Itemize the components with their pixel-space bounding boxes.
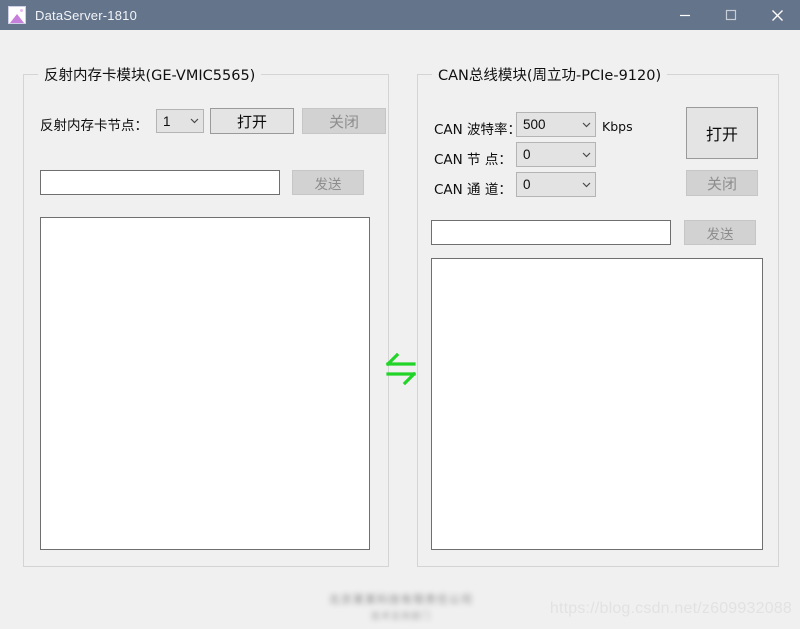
can-node-select[interactable]: 0 bbox=[516, 142, 596, 167]
reflective-memory-close-button[interactable]: 关闭 bbox=[302, 108, 386, 134]
can-channel-label: CAN 通 道： bbox=[434, 182, 512, 198]
picture-icon bbox=[8, 6, 26, 24]
application-window: DataServer-1810 反射内存卡模块(GE-VMIC5565) 反射内… bbox=[0, 0, 800, 629]
chevron-down-icon bbox=[577, 182, 595, 188]
csdn-watermark: https://blog.csdn.net/z609932088 bbox=[549, 600, 792, 617]
reflective-memory-groupbox-title: 反射内存卡模块(GE-VMIC5565) bbox=[38, 64, 262, 85]
reflective-memory-send-button[interactable]: 发送 bbox=[292, 170, 364, 195]
exchange-arrows-icon bbox=[385, 350, 417, 388]
window-title: DataServer-1810 bbox=[35, 7, 137, 23]
close-icon[interactable] bbox=[754, 0, 800, 30]
reflective-memory-log-area[interactable] bbox=[40, 217, 370, 550]
chevron-down-icon bbox=[577, 152, 595, 158]
can-send-input[interactable] bbox=[431, 220, 671, 245]
can-channel-value: 0 bbox=[523, 177, 531, 192]
can-open-button[interactable]: 打开 bbox=[686, 107, 758, 159]
can-bus-groupbox: CAN总线模块(周立功-PCIe-9120) CAN 波特率： 500 Kbps… bbox=[417, 64, 779, 567]
can-bus-groupbox-title: CAN总线模块(周立功-PCIe-9120) bbox=[432, 64, 668, 85]
company-watermark-line2: 技术支持部门 bbox=[370, 612, 431, 622]
reflective-memory-open-button[interactable]: 打开 bbox=[210, 108, 294, 134]
reflective-memory-node-label: 反射内存卡节点： bbox=[40, 118, 148, 134]
company-watermark: 北京某某科技有限责任公司 技术支持部门 bbox=[306, 591, 496, 623]
window-controls bbox=[662, 0, 800, 30]
chevron-down-icon bbox=[577, 122, 595, 128]
chevron-down-icon bbox=[185, 118, 203, 124]
can-log-area[interactable] bbox=[431, 258, 763, 550]
reflective-memory-send-input[interactable] bbox=[40, 170, 280, 195]
can-node-label: CAN 节 点： bbox=[434, 152, 512, 168]
reflective-memory-groupbox: 反射内存卡模块(GE-VMIC5565) 反射内存卡节点： 1 打开 关闭 发送 bbox=[23, 64, 389, 567]
can-baud-unit-label: Kbps bbox=[602, 119, 633, 134]
title-bar: DataServer-1810 bbox=[0, 0, 800, 30]
can-close-button[interactable]: 关闭 bbox=[686, 170, 758, 196]
reflective-memory-node-select[interactable]: 1 bbox=[156, 109, 204, 133]
can-node-value: 0 bbox=[523, 147, 531, 162]
can-send-button[interactable]: 发送 bbox=[684, 220, 756, 245]
company-watermark-line1: 北京某某科技有限责任公司 bbox=[329, 593, 473, 606]
can-channel-select[interactable]: 0 bbox=[516, 172, 596, 197]
can-baud-label: CAN 波特率： bbox=[434, 122, 522, 138]
can-baud-value: 500 bbox=[523, 117, 546, 132]
minimize-icon[interactable] bbox=[662, 0, 708, 30]
reflective-memory-node-value: 1 bbox=[163, 113, 171, 129]
maximize-icon[interactable] bbox=[708, 0, 754, 30]
can-baud-select[interactable]: 500 bbox=[516, 112, 596, 137]
